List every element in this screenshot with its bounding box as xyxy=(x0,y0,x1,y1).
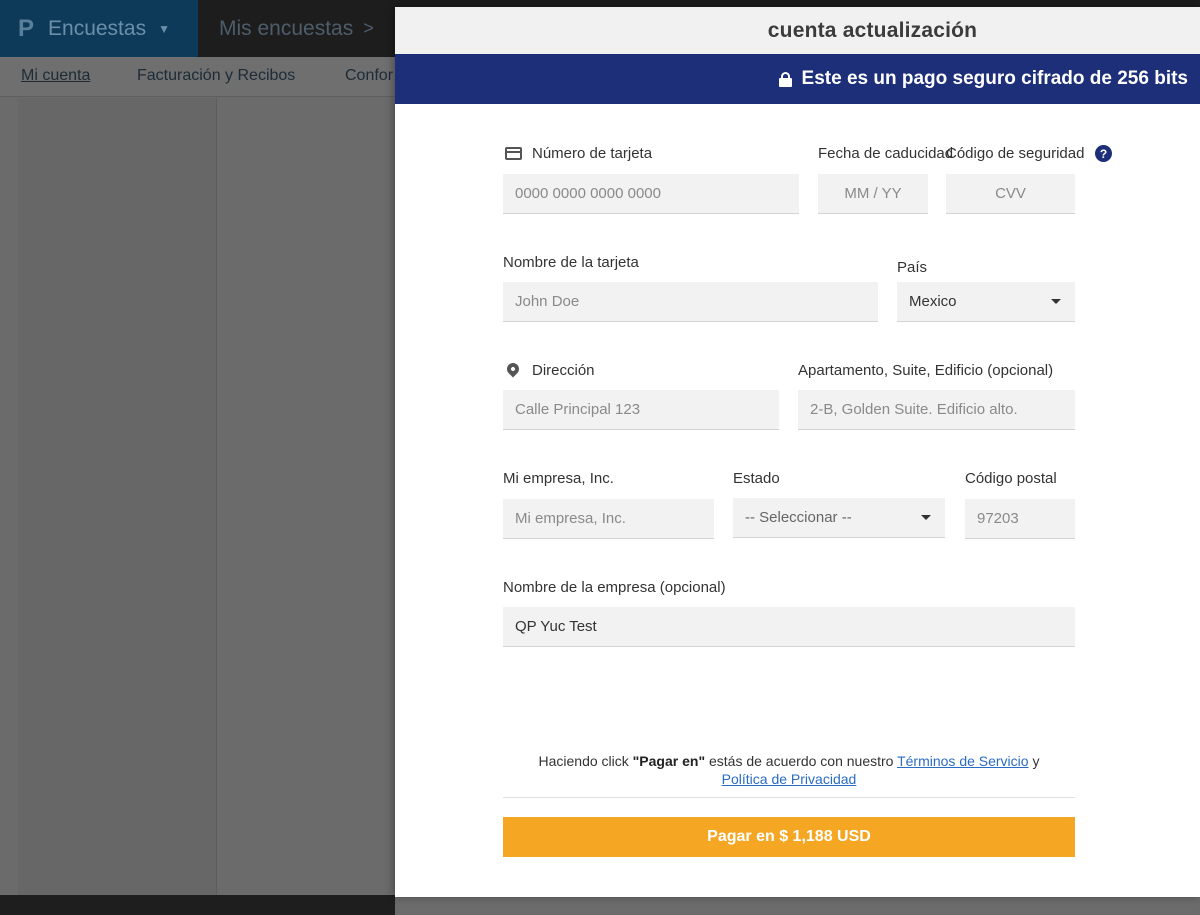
terms-middle: estás de acuerdo con nuestro xyxy=(705,753,898,769)
location-pin-icon xyxy=(504,360,522,378)
apartment-input[interactable]: 2-B, Golden Suite. Edificio alto. xyxy=(798,390,1075,430)
chevron-down-icon xyxy=(921,515,931,520)
secure-payment-banner: Este es un pago seguro cifrado de 256 bi… xyxy=(395,54,1200,104)
card-name-label: Nombre de la tarjeta xyxy=(503,254,639,271)
card-number-input[interactable]: 0000 0000 0000 0000 xyxy=(503,174,799,214)
modal-header: cuenta actualización xyxy=(395,7,1200,54)
city-input[interactable]: Mi empresa, Inc. xyxy=(503,499,714,539)
city-label: Mi empresa, Inc. xyxy=(503,470,614,487)
app-content-panel xyxy=(18,98,216,915)
state-value: -- Seleccionar -- xyxy=(745,509,852,526)
chevron-down-icon xyxy=(1051,299,1061,304)
postal-code-input[interactable]: 97203 xyxy=(965,499,1075,539)
secure-payment-text: Este es un pago seguro cifrado de 256 bi… xyxy=(801,68,1188,89)
privacy-policy-link[interactable]: Política de Privacidad xyxy=(722,771,857,787)
modal-title: cuenta actualización xyxy=(767,18,978,42)
terms-and: y xyxy=(1028,753,1040,769)
postal-code-label: Código postal xyxy=(965,470,1057,487)
brand-menu[interactable]: P Encuestas ▼ xyxy=(0,0,198,57)
breadcrumb-item[interactable]: Mis encuestas xyxy=(219,17,353,41)
card-number-label: Número de tarjeta xyxy=(532,145,653,162)
credit-card-icon xyxy=(505,147,522,160)
terms-bold: "Pagar en" xyxy=(632,753,706,769)
pay-button[interactable]: Pagar en $ 1,188 USD xyxy=(503,817,1075,857)
state-select[interactable]: -- Seleccionar -- xyxy=(733,498,945,538)
tab-billing[interactable]: Facturación y Recibos xyxy=(137,67,295,85)
apartment-label: Apartamento, Suite, Edificio (opcional) xyxy=(798,362,1054,379)
security-code-label: Código de seguridad xyxy=(946,145,1085,162)
terms-prefix: Haciendo click xyxy=(538,753,633,769)
divider xyxy=(216,98,217,915)
app-footer xyxy=(0,895,395,915)
chevron-right-icon: > xyxy=(363,18,374,38)
state-label: Estado xyxy=(733,470,780,487)
terms-of-service-link[interactable]: Términos de Servicio xyxy=(897,753,1029,769)
company-label: Nombre de la empresa (opcional) xyxy=(503,579,726,596)
brand-logo-icon: P xyxy=(18,14,35,42)
expiry-label: Fecha de caducidad xyxy=(818,145,954,162)
help-icon[interactable]: ? xyxy=(1095,145,1112,162)
tab-settings[interactable]: Confor xyxy=(345,67,393,85)
country-select[interactable]: Mexico xyxy=(897,282,1075,322)
breadcrumb[interactable]: Mis encuestas > xyxy=(219,0,374,57)
account-update-modal: cuenta actualización Este es un pago seg… xyxy=(395,7,1200,897)
tab-my-account[interactable]: Mi cuenta xyxy=(21,67,90,85)
company-input[interactable]: QP Yuc Test xyxy=(503,607,1075,647)
lock-icon xyxy=(778,71,792,87)
cvv-input[interactable]: CVV xyxy=(946,174,1075,214)
card-name-input[interactable]: John Doe xyxy=(503,282,878,322)
chevron-down-icon: ▼ xyxy=(158,21,170,36)
country-label: País xyxy=(897,259,928,276)
brand-label: Encuestas xyxy=(48,16,147,40)
terms-text: Haciendo click "Pagar en" estás de acuer… xyxy=(503,752,1075,788)
address-input[interactable]: Calle Principal 123 xyxy=(503,390,779,430)
country-value: Mexico xyxy=(909,293,957,310)
address-label: Dirección xyxy=(532,362,595,379)
divider xyxy=(503,797,1075,798)
expiry-input[interactable]: MM / YY xyxy=(818,174,928,214)
